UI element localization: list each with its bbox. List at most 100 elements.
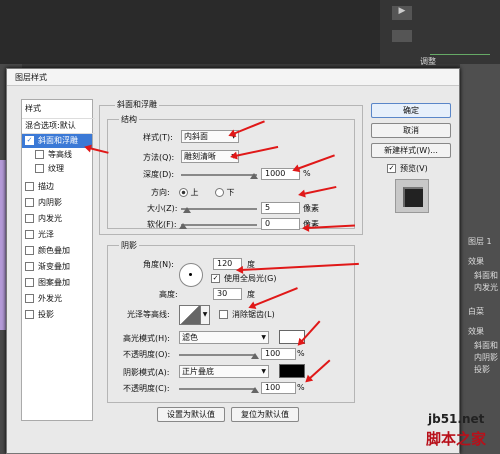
style-item-stroke[interactable]: 描边 [22, 180, 92, 194]
style-item-texture[interactable]: 纹理 [22, 162, 102, 176]
effect-item[interactable]: 内发光 [474, 282, 498, 293]
make-default-button[interactable]: 设置为默认值 [157, 407, 225, 422]
size-slider-knob[interactable] [183, 207, 191, 213]
reset-default-button[interactable]: 复位为默认值 [231, 407, 299, 422]
tool-icon[interactable] [392, 30, 412, 42]
depth-label: 深度(D): [143, 170, 175, 179]
style-item-label: 内阴影 [38, 198, 62, 207]
checkbox-icon[interactable] [25, 214, 34, 223]
technique-value: 雕刻清晰 [184, 152, 216, 161]
depth-unit: % [303, 169, 311, 178]
layer-name[interactable]: 白菜 [468, 306, 484, 317]
checkbox-icon[interactable] [25, 278, 34, 287]
style-list: 样式 混合选项:默认 ✓ 斜面和浮雕 等高线 纹理 描边 内阴影 内发光 光泽 颜… [21, 99, 95, 421]
histogram [430, 40, 490, 55]
highlight-mode-dropdown[interactable]: 滤色 ▼ [179, 331, 269, 344]
highlight-opacity-input[interactable]: 100 [261, 348, 296, 360]
style-item-pattern-overlay[interactable]: 图案叠加 [22, 276, 92, 290]
direction-down-option[interactable]: 下 [215, 187, 235, 198]
checkbox-icon[interactable] [25, 310, 34, 319]
size-label: 大小(Z): [147, 204, 178, 213]
preview-label: 预览(V) [400, 164, 428, 173]
style-item-inner-glow[interactable]: 内发光 [22, 212, 92, 226]
soften-slider[interactable] [181, 224, 257, 226]
effect-item[interactable]: 斜面和 [474, 340, 498, 351]
anti-aliased-option[interactable]: 消除锯齿(L) [219, 309, 275, 320]
style-item-label: 描边 [38, 182, 54, 191]
shadow-opacity-input[interactable]: 100 [261, 382, 296, 394]
checkbox-icon[interactable] [25, 182, 34, 191]
size-input[interactable]: 5 [261, 202, 300, 214]
percent-unit: % [297, 349, 305, 358]
soften-input[interactable]: 0 [261, 218, 300, 230]
watermark-name: 脚本之家 [426, 430, 487, 448]
checkbox-icon[interactable] [219, 310, 228, 319]
checkbox-icon[interactable] [25, 198, 34, 207]
structure-title: 结构 [119, 114, 139, 125]
checkbox-icon[interactable] [25, 294, 34, 303]
style-item-gradient-overlay[interactable]: 渐变叠加 [22, 260, 92, 274]
highlight-opacity-slider[interactable] [179, 354, 255, 356]
direction-up-label: 上 [190, 188, 199, 197]
angle-dial-dot [189, 273, 192, 276]
dialog-titlebar[interactable]: 图层样式 [7, 69, 459, 86]
panel-tab-adjust[interactable]: 调整 [420, 56, 436, 67]
style-item-label: 渐变叠加 [38, 262, 70, 271]
style-item-outer-glow[interactable]: 外发光 [22, 292, 92, 306]
effect-item[interactable]: 斜面和 [474, 270, 498, 281]
shadow-opacity-knob[interactable] [251, 387, 259, 393]
style-item-color-overlay[interactable]: 颜色叠加 [22, 244, 92, 258]
shadow-opacity-slider[interactable] [179, 388, 255, 390]
direction-down-label: 下 [226, 188, 235, 197]
global-light-option[interactable]: ✓ 使用全局光(G) [211, 273, 276, 284]
bevel-style-value: 内斜面 [184, 132, 208, 141]
angle-label: 角度(N): [143, 260, 174, 269]
layer-style-dialog: 图层样式 样式 混合选项:默认 ✓ 斜面和浮雕 等高线 纹理 描边 内阴影 内发光… [6, 68, 460, 454]
chevron-down-icon[interactable]: ▼ [200, 305, 210, 325]
new-style-button[interactable]: 新建样式(W)... [371, 143, 451, 158]
size-slider[interactable] [181, 208, 257, 210]
play-icon[interactable]: ▶ [392, 6, 412, 20]
checkbox-icon[interactable] [25, 230, 34, 239]
effect-item[interactable]: 内阴影 [474, 352, 498, 363]
highlight-opacity-label: 不透明度(O): [123, 350, 171, 359]
style-item-label: 图案叠加 [38, 278, 70, 287]
style-item-label: 内发光 [38, 214, 62, 223]
cancel-button[interactable]: 取消 [371, 123, 451, 138]
style-item-label: 外发光 [38, 294, 62, 303]
highlight-opacity-knob[interactable] [251, 353, 259, 359]
size-unit: 像素 [303, 204, 319, 213]
checkbox-icon[interactable]: ✓ [387, 164, 396, 173]
preview-option[interactable]: ✓ 预览(V) [387, 163, 428, 174]
effect-item[interactable]: 投影 [474, 364, 490, 375]
shadow-color-swatch[interactable] [279, 364, 305, 378]
style-item-drop-shadow[interactable]: 投影 [22, 308, 92, 322]
soften-slider-knob[interactable] [179, 223, 187, 229]
shadow-mode-dropdown[interactable]: 正片叠底 ▼ [179, 365, 269, 378]
style-item-inner-shadow[interactable]: 内阴影 [22, 196, 92, 210]
shadow-opacity-label: 不透明度(C): [123, 384, 170, 393]
checkbox-icon[interactable]: ✓ [211, 274, 220, 283]
checkbox-icon[interactable]: ✓ [25, 136, 34, 145]
angle-dial[interactable] [179, 263, 203, 287]
ok-button[interactable]: 确定 [371, 103, 451, 118]
checkbox-icon[interactable] [25, 246, 34, 255]
radio-icon[interactable] [179, 188, 188, 197]
direction-up-option[interactable]: 上 [179, 187, 199, 198]
altitude-input[interactable]: 30 [213, 288, 242, 300]
chevron-down-icon: ▼ [261, 368, 266, 375]
gloss-contour-preview[interactable] [179, 305, 201, 325]
checkbox-icon[interactable] [35, 164, 44, 173]
blend-options-item[interactable]: 混合选项:默认 [22, 118, 95, 134]
depth-slider-knob[interactable] [250, 173, 258, 179]
checkbox-icon[interactable] [25, 262, 34, 271]
percent-unit: % [297, 383, 305, 392]
depth-slider[interactable] [181, 174, 257, 176]
radio-icon[interactable] [215, 188, 224, 197]
style-item-bevel[interactable]: ✓ 斜面和浮雕 [22, 134, 92, 148]
style-item-satin[interactable]: 光泽 [22, 228, 92, 242]
checkbox-icon[interactable] [35, 150, 44, 159]
adjustments-panel: ▶ 调整 [380, 0, 500, 67]
layers-panel: 图层 1 效果 斜面和 内发光 白菜 效果 斜面和 内阴影 投影 [460, 64, 500, 454]
layer-name[interactable]: 图层 1 [468, 236, 492, 247]
